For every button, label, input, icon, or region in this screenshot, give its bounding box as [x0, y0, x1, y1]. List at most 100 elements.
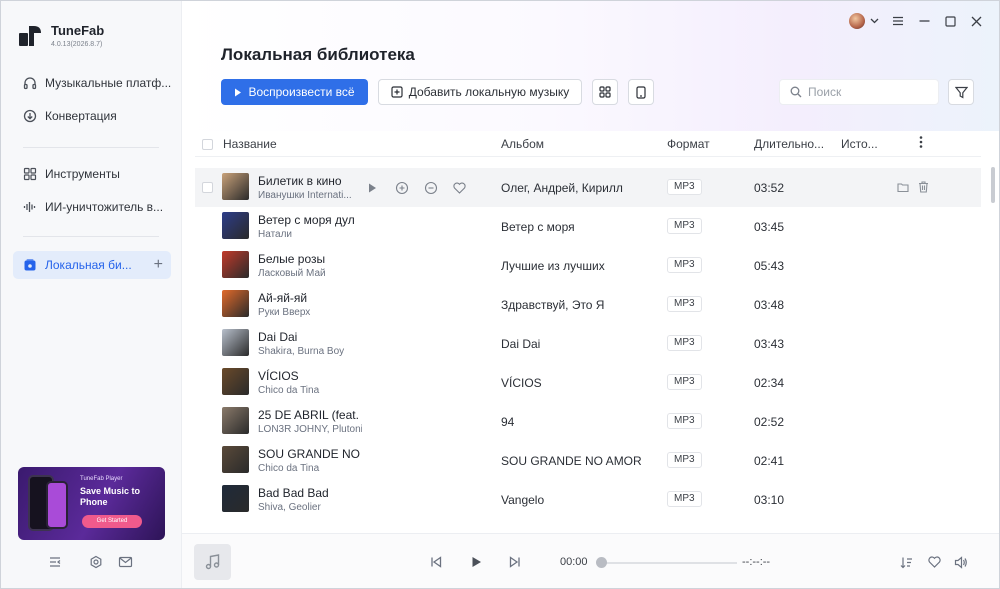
table-row[interactable]: Bad Bad Bad Shiva, Geolier Vangelo MP3 03:10: [195, 480, 981, 519]
app-name: TuneFab: [51, 23, 105, 38]
column-header-album[interactable]: Альбом: [501, 137, 544, 151]
sidebar-item-local-library[interactable]: Локальная би... +: [13, 251, 171, 279]
progress-bar[interactable]: [602, 562, 737, 564]
table-row[interactable]: 25 DE ABRIL (feat. Plutonio) LON3R JOHNY,…: [195, 402, 981, 441]
column-options-icon[interactable]: [919, 135, 923, 152]
sidebar-item-ai-vocal-remover[interactable]: ИИ-уничтожитель в...: [13, 193, 171, 221]
sidebar-item-label: Инструменты: [45, 167, 120, 181]
filter-icon: [954, 86, 968, 99]
progress-handle[interactable]: [596, 557, 607, 568]
track-title: Dai Dai: [258, 330, 298, 344]
window-controls: [849, 13, 983, 29]
track-duration: 03:10: [754, 493, 785, 507]
play-icon[interactable]: [365, 180, 380, 195]
table-row[interactable]: VÍCIOS Chico da Tina VÍCIOS MP3 02:34: [195, 363, 981, 402]
play-all-label: Воспроизвести всё: [248, 85, 355, 99]
search-icon: [790, 86, 802, 98]
column-header-duration[interactable]: Длительно...: [754, 137, 830, 151]
table-row[interactable]: SOU GRANDE NO AMOR Chico da Tina SOU GRAND…: [195, 441, 981, 480]
phone-icon: [636, 85, 646, 99]
sidebar-item-conversion[interactable]: Конвертация: [13, 102, 171, 130]
track-artist: Shakira, Burna Boy: [258, 346, 345, 357]
track-title: VÍCIOS: [258, 369, 299, 383]
grid-view-button[interactable]: [592, 79, 618, 105]
previous-track-icon[interactable]: [428, 554, 444, 570]
track-album: Ветер с моря: [501, 220, 575, 234]
track-artist: Shiva, Geolier: [258, 502, 321, 513]
column-header-format[interactable]: Формат: [667, 137, 710, 151]
track-duration: 03:48: [754, 298, 785, 312]
format-badge: MP3: [667, 491, 702, 507]
app-window: TuneFab 4.0.13(2026.8.7) Музыкальные пла…: [0, 0, 1000, 589]
download-circle-icon: [23, 109, 37, 123]
search-box[interactable]: [779, 79, 939, 105]
track-title: Ветер с моря дул: [258, 213, 355, 227]
chevron-down-icon[interactable]: [869, 14, 879, 28]
row-checkbox[interactable]: [202, 182, 213, 193]
album-cover: [222, 290, 249, 317]
select-all-checkbox[interactable]: [202, 139, 213, 150]
now-playing-cover[interactable]: [194, 544, 231, 580]
promo-banner[interactable]: TuneFab Player Save Music to Phone Get S…: [18, 467, 165, 540]
table-row[interactable]: Ай-яй-яй Руки Вверх Здравствуй, Это Я MP3 03…: [195, 285, 981, 324]
promo-headline: Save Music to Phone: [80, 486, 141, 507]
settings-icon[interactable]: [88, 554, 104, 570]
heart-icon[interactable]: [452, 180, 467, 195]
page-title: Локальная библиотека: [221, 45, 415, 64]
sidebar-item-label: Музыкальные платф...: [45, 76, 171, 90]
menu-icon[interactable]: [891, 14, 905, 28]
filter-button[interactable]: [948, 79, 974, 105]
play-all-button[interactable]: Воспроизвести всё: [221, 79, 368, 105]
add-playlist-button[interactable]: +: [154, 256, 163, 274]
add-square-icon: [391, 86, 403, 98]
next-track-icon[interactable]: [507, 554, 523, 570]
volume-icon[interactable]: [953, 554, 969, 570]
format-badge: MP3: [667, 374, 702, 390]
table-row[interactable]: Ветер с моря дул Натали Ветер с моря MP3 03:…: [195, 207, 981, 246]
add-local-music-button[interactable]: Добавить локальную музыку: [378, 79, 582, 105]
track-duration: 03:52: [754, 181, 785, 195]
device-button[interactable]: [628, 79, 654, 105]
album-cover: [222, 485, 249, 512]
maximize-icon[interactable]: [943, 14, 957, 28]
album-cover: [222, 329, 249, 356]
track-duration: 02:34: [754, 376, 785, 390]
track-title: Bad Bad Bad: [258, 486, 329, 500]
table-row[interactable]: Билетик в кино Иванушки Internati... Олег,…: [195, 168, 981, 207]
promo-get-started-button[interactable]: Get Started: [82, 515, 142, 528]
track-artist: Ласковый Май: [258, 268, 326, 279]
format-badge: MP3: [667, 218, 702, 234]
track-artist: Chico da Tina: [258, 385, 320, 396]
current-time: 00:00: [560, 556, 588, 568]
remove-circle-icon[interactable]: [423, 180, 438, 195]
search-input[interactable]: [808, 85, 928, 99]
heart-icon[interactable]: [926, 554, 942, 570]
column-header-title[interactable]: Название: [223, 137, 277, 151]
scrollbar[interactable]: [991, 167, 995, 203]
folder-icon[interactable]: [897, 181, 909, 193]
column-header-history[interactable]: Исто...: [841, 137, 881, 151]
sidebar-item-music-platforms[interactable]: Музыкальные платф...: [13, 69, 171, 97]
delete-icon[interactable]: [917, 181, 929, 193]
track-title: Белые розы: [258, 252, 326, 266]
play-icon: [235, 88, 242, 96]
collapse-sidebar-icon[interactable]: [47, 554, 63, 570]
format-badge: MP3: [667, 335, 702, 351]
grid-icon: [23, 167, 37, 181]
music-note-icon: [205, 554, 219, 570]
track-artist: Иванушки Internati...: [258, 190, 352, 201]
mail-icon[interactable]: [117, 554, 133, 570]
sort-order-icon[interactable]: [898, 554, 914, 570]
sidebar-item-tools[interactable]: Инструменты: [13, 160, 171, 188]
play-icon[interactable]: [468, 554, 484, 570]
close-icon[interactable]: [969, 14, 983, 28]
track-duration: 05:43: [754, 259, 785, 273]
add-circle-icon[interactable]: [394, 180, 409, 195]
headphones-icon: [23, 76, 37, 90]
promo-small-text: TuneFab Player: [80, 476, 123, 482]
user-avatar[interactable]: [849, 13, 865, 29]
album-cover: [222, 212, 249, 239]
table-row[interactable]: Dai Dai Shakira, Burna Boy Dai Dai MP3 03:43: [195, 324, 981, 363]
table-row[interactable]: Белые розы Ласковый Май Лучшие из лучших MP…: [195, 246, 981, 285]
minimize-icon[interactable]: [917, 14, 931, 28]
